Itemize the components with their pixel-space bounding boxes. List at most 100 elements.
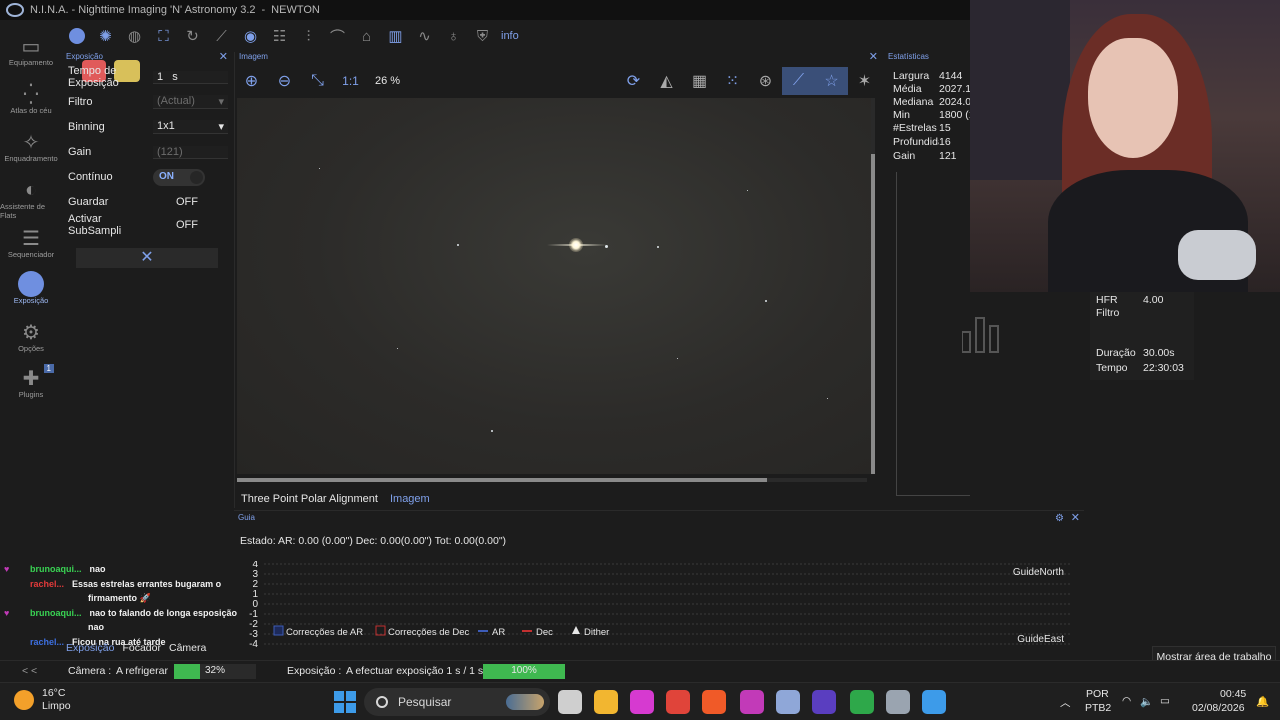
exposure-status-label: Exposição : [287, 665, 342, 677]
tab-polar-alignment[interactable]: Three Point Polar Alignment [235, 490, 384, 508]
bahtinov-icon[interactable]: ✶ [848, 67, 881, 95]
scroll-thumb[interactable] [237, 478, 767, 482]
nav-flat-wizard[interactable]: ◐ Assistente de Flats [0, 176, 62, 224]
chrome-icon[interactable] [666, 690, 690, 714]
camera-progress-label: 32% [204, 665, 225, 676]
chevron-up-icon[interactable]: ︿ [1060, 695, 1071, 710]
brave-icon[interactable] [702, 690, 726, 714]
volume-icon[interactable]: 🔈 [1140, 695, 1153, 708]
language-code[interactable]: POR [1086, 688, 1109, 700]
app-blue-icon[interactable] [922, 690, 946, 714]
star [397, 348, 398, 349]
vertical-scrollbar[interactable] [871, 98, 875, 474]
one-to-one-button[interactable]: 1:1 [334, 67, 367, 95]
battery-icon[interactable]: ▭ [1160, 695, 1170, 707]
lightbulb-icon[interactable]: ♁ [439, 22, 468, 50]
wifi-icon[interactable]: ◠ [1122, 695, 1131, 707]
subsample-toggle[interactable]: OFF [161, 219, 213, 231]
zoom-in-icon[interactable]: ⊕ [235, 67, 268, 95]
info-link[interactable]: info [501, 30, 519, 42]
filter-select[interactable]: (Actual) ▾ [153, 95, 228, 109]
app-pink-icon[interactable] [630, 690, 654, 714]
tab-exposure[interactable]: Exposição [62, 642, 118, 658]
guide-graph: 43210-1-2-3-4 GuideNorth GuideEast Corre… [249, 561, 1072, 650]
close-icon[interactable]: ✕ [1071, 511, 1080, 525]
binning-label: Binning [68, 121, 105, 133]
binning-select[interactable]: 1x1 ▾ [153, 120, 228, 134]
nav-label: Exposição [13, 296, 49, 305]
stellarium-icon[interactable] [812, 690, 836, 714]
sequencer-icon: ☰ [22, 227, 40, 250]
app-grey-icon[interactable] [886, 690, 910, 714]
nav-sky-atlas[interactable]: ⁛ Atlas do céu [0, 80, 62, 128]
crosshair-icon[interactable]: ⊛ [749, 67, 782, 95]
file-explorer-icon[interactable] [594, 690, 618, 714]
filter-info-row: Filtro [1096, 307, 1120, 319]
grid-icon[interactable]: ▦ [683, 67, 716, 95]
zoom-level: 26 % [375, 75, 401, 87]
telescope-icon[interactable]: ⟋ [207, 22, 236, 50]
continuous-toggle[interactable]: ON [153, 168, 205, 186]
target-icon[interactable]: ◉ [236, 22, 265, 50]
windows-start-icon[interactable] [334, 691, 356, 713]
list-icon[interactable]: ☷ [265, 22, 294, 50]
bar-chart-icon[interactable]: ▥ [381, 22, 410, 50]
status-bar: < < Câmera : A refrigerar 32% Exposição … [0, 660, 1280, 682]
obsidian-icon[interactable] [740, 690, 764, 714]
horizontal-scrollbar[interactable] [237, 478, 867, 482]
captured-image[interactable] [237, 98, 871, 474]
cancel-exposure-button[interactable]: ✕ [76, 248, 218, 268]
clock-date[interactable]: 02/08/2026 [1192, 702, 1245, 714]
rotate-icon[interactable]: ⟳ [617, 67, 650, 95]
fit-to-screen-icon[interactable]: ⤡ [301, 67, 334, 95]
weather-widget[interactable]: 16°C Limpo [14, 687, 71, 713]
exposure-time-row: Tempo de Exposição 1 s [68, 65, 228, 89]
nav-options[interactable]: ⚙ Opções [0, 318, 62, 366]
auto-stretch-icon[interactable]: ⟋ [782, 67, 815, 95]
star-detection-icon[interactable]: ⁙ [716, 67, 749, 95]
focus-frame-icon[interactable]: ⛶ [149, 22, 178, 50]
tab-focuser[interactable]: Focador [118, 642, 165, 658]
y-tick-label: -4 [249, 639, 258, 650]
bottom-panel-tabs: Exposição Focador Câmera [62, 642, 210, 658]
keyboard-layout[interactable]: PTB2 [1085, 702, 1111, 714]
phd2-icon[interactable] [850, 690, 874, 714]
nav-plugins[interactable]: ✚ Plugins 1 [0, 364, 62, 412]
nav-framing[interactable]: ✧ Enquadramento [0, 128, 62, 176]
chevron-down-icon: ▾ [218, 96, 224, 108]
star [677, 358, 678, 359]
task-view-icon[interactable] [558, 690, 582, 714]
aperture-icon[interactable]: ✺ [91, 22, 120, 50]
image-panel-tabs: Three Point Polar Alignment Imagem [235, 490, 436, 508]
star-annotation-icon[interactable]: ☆ [815, 67, 848, 95]
flip-icon[interactable]: ◭ [650, 67, 683, 95]
dome-icon[interactable]: ⌒ [323, 22, 352, 50]
exposure-time-input[interactable]: 1 s [153, 70, 228, 84]
collapse-button[interactable]: < < [22, 665, 37, 677]
tab-camera[interactable]: Câmera [165, 642, 210, 658]
taskbar-search[interactable]: Pesquisar [364, 688, 550, 716]
sliders-icon[interactable]: ⫶ [294, 22, 323, 50]
notification-bell-icon[interactable]: 🔔 [1256, 695, 1269, 708]
save-toggle[interactable]: OFF [161, 196, 213, 208]
scroll-thumb[interactable] [871, 154, 875, 474]
nav-sequencer[interactable]: ☰ Sequenciador [0, 224, 62, 272]
close-icon[interactable]: ✕ [869, 50, 878, 63]
graph-icon[interactable]: ∿ [410, 22, 439, 50]
weather-condition: Limpo [42, 700, 71, 712]
zoom-out-icon[interactable]: ⊖ [268, 67, 301, 95]
imaging-panel-toggle[interactable] [62, 22, 91, 50]
nina-icon[interactable] [776, 690, 800, 714]
shield-icon[interactable]: ⛨ [468, 22, 497, 50]
tab-image[interactable]: Imagem [384, 490, 436, 508]
gain-input[interactable]: (121) [153, 145, 228, 159]
image-panel-header: Imagem ✕ [235, 50, 880, 64]
filter-wheel-icon[interactable]: ◍ [120, 22, 149, 50]
observatory-icon[interactable]: ⌂ [352, 22, 381, 50]
clock-time[interactable]: 00:45 [1220, 688, 1246, 700]
gear-icon[interactable]: ⚙ [1055, 512, 1064, 526]
rotator-icon[interactable]: ↻ [178, 22, 207, 50]
nav-equipment[interactable]: ▭ Equipamento [0, 32, 62, 80]
close-icon[interactable]: ✕ [219, 50, 228, 63]
nav-imaging[interactable]: Exposição [0, 270, 62, 318]
